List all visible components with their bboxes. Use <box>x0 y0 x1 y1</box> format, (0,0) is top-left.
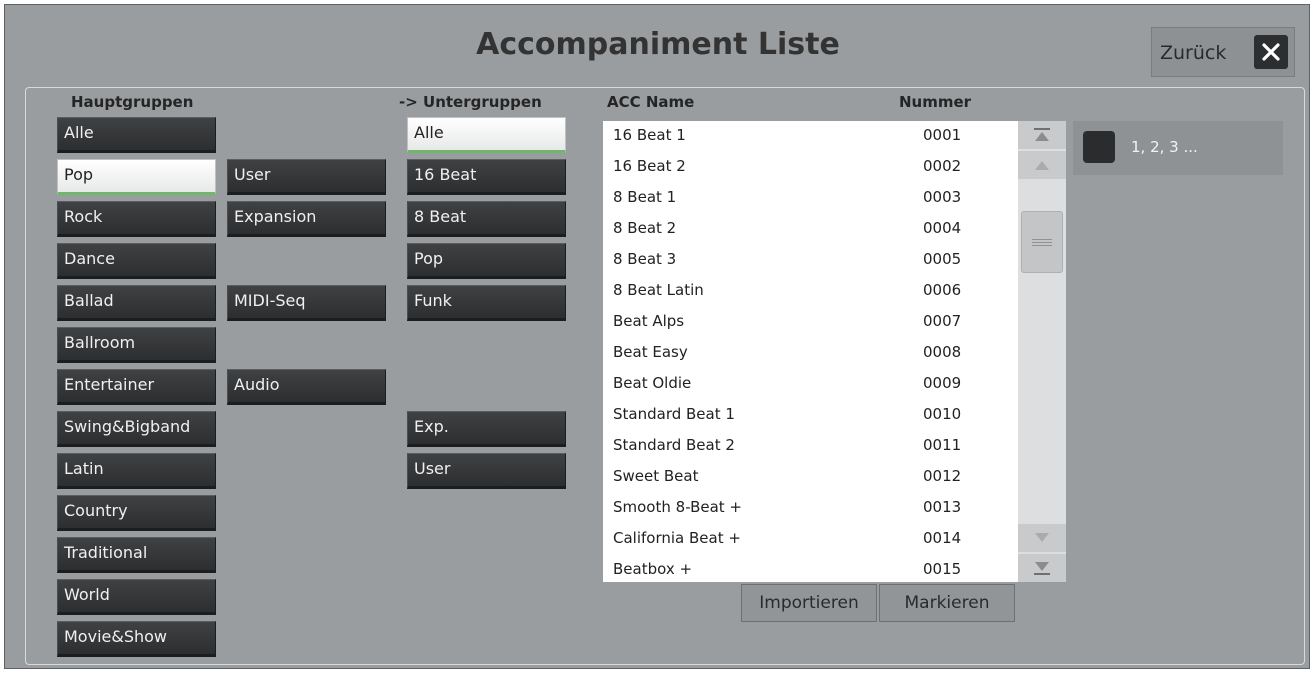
list-item[interactable]: Standard Beat 1 0010 <box>603 400 1018 431</box>
source-button-audio[interactable]: Audio <box>227 369 386 405</box>
nummer-header: Nummer <box>899 93 972 111</box>
acc-number: 0008 <box>923 343 962 361</box>
list-item[interactable]: California Beat + 0014 <box>603 524 1018 555</box>
list-scrollbar[interactable] <box>1018 121 1066 582</box>
list-item[interactable]: Beat Easy 0008 <box>603 338 1018 369</box>
list-item[interactable]: 8 Beat 2 0004 <box>603 214 1018 245</box>
acc-name: 8 Beat 1 <box>613 188 677 206</box>
acc-name: Beatbox + <box>613 560 693 578</box>
acc-name: Standard Beat 1 <box>613 405 735 423</box>
list-item[interactable]: Sweet Beat 0012 <box>603 462 1018 493</box>
hauptgruppe-button[interactable]: World <box>57 579 216 615</box>
list-item[interactable]: Standard Beat 2 0011 <box>603 431 1018 462</box>
acc-number: 0012 <box>923 467 962 485</box>
acc-number: 0013 <box>923 498 962 516</box>
list-item[interactable]: Beatbox + 0015 <box>603 555 1018 582</box>
hauptgruppe-button[interactable]: Rock <box>57 201 216 237</box>
back-button-label: Zurück <box>1160 42 1227 64</box>
import-button[interactable]: Importieren <box>741 584 877 622</box>
scroll-top-button[interactable] <box>1018 121 1066 149</box>
acc-list[interactable]: 16 Beat 1 0001 16 Beat 2 0002 8 Beat 1 0003… <box>603 121 1018 582</box>
numbering-toggle-label: 1, 2, 3 ... <box>1131 138 1198 156</box>
hauptgruppen-header: Hauptgruppen <box>71 93 194 111</box>
untergruppen-header: -> Untergruppen <box>399 93 542 111</box>
list-item[interactable]: 8 Beat 3 0005 <box>603 245 1018 276</box>
acc-name: Sweet Beat <box>613 467 699 485</box>
hauptgruppe-button[interactable]: Ballad <box>57 285 216 321</box>
acc-number: 0010 <box>923 405 962 423</box>
acc-name: 8 Beat Latin <box>613 281 704 299</box>
acc-name-header: ACC Name <box>607 93 695 111</box>
untergruppe-button[interactable]: User <box>407 453 566 489</box>
acc-number: 0011 <box>923 436 962 454</box>
untergruppe-button[interactable]: Funk <box>407 285 566 321</box>
scroll-bottom-icon <box>1034 562 1050 575</box>
acc-number: 0014 <box>923 529 962 547</box>
page-title: Accompaniment Liste <box>476 27 840 62</box>
hauptgruppe-button[interactable]: Traditional <box>57 537 216 573</box>
scroll-up-button[interactable] <box>1018 151 1066 179</box>
acc-number: 0005 <box>923 250 962 268</box>
list-item[interactable]: Smooth 8-Beat + 0013 <box>603 493 1018 524</box>
scroll-down-icon <box>1035 533 1049 542</box>
acc-name: 8 Beat 2 <box>613 219 677 237</box>
list-item[interactable]: 8 Beat 1 0003 <box>603 183 1018 214</box>
acc-number: 0015 <box>923 560 962 578</box>
source-button-expansion[interactable]: Expansion <box>227 201 386 237</box>
hauptgruppe-button[interactable]: Entertainer <box>57 369 216 405</box>
source-button-midi-seq[interactable]: MIDI-Seq <box>227 285 386 321</box>
hauptgruppe-button[interactable]: Dance <box>57 243 216 279</box>
acc-number: 0006 <box>923 281 962 299</box>
acc-number: 0009 <box>923 374 962 392</box>
hauptgruppe-button[interactable]: Swing&Bigband <box>57 411 216 447</box>
scroll-bottom-button[interactable] <box>1018 554 1066 582</box>
acc-name: Standard Beat 2 <box>613 436 735 454</box>
hauptgruppe-button-selected[interactable]: Pop <box>57 159 216 195</box>
acc-number: 0003 <box>923 188 962 206</box>
hauptgruppe-button[interactable]: Movie&Show <box>57 621 216 657</box>
acc-name: Smooth 8-Beat + <box>613 498 742 516</box>
hauptgruppe-button[interactable]: Latin <box>57 453 216 489</box>
acc-number: 0001 <box>923 126 962 144</box>
mark-button[interactable]: Markieren <box>879 584 1015 622</box>
scroll-down-button[interactable] <box>1018 524 1066 552</box>
untergruppe-button-selected[interactable]: Alle <box>407 117 566 153</box>
hauptgruppe-button[interactable]: Alle <box>57 117 216 153</box>
acc-number: 0007 <box>923 312 962 330</box>
scroll-up-icon <box>1035 161 1049 170</box>
accompaniment-list-window: Accompaniment Liste Zurück Hauptgruppen … <box>4 4 1310 669</box>
source-button-user[interactable]: User <box>227 159 386 195</box>
list-item[interactable]: Beat Oldie 0009 <box>603 369 1018 400</box>
scroll-top-icon <box>1034 128 1050 141</box>
acc-name: 16 Beat 2 <box>613 157 686 175</box>
untergruppe-button[interactable]: Pop <box>407 243 566 279</box>
back-button[interactable]: Zurück <box>1151 27 1295 77</box>
close-icon <box>1254 35 1288 69</box>
acc-name: 8 Beat 3 <box>613 250 677 268</box>
acc-name: Beat Easy <box>613 343 688 361</box>
acc-number: 0002 <box>923 157 962 175</box>
hauptgruppe-button[interactable]: Country <box>57 495 216 531</box>
list-item[interactable]: 8 Beat Latin 0006 <box>603 276 1018 307</box>
untergruppe-button[interactable]: 16 Beat <box>407 159 566 195</box>
untergruppe-button[interactable]: Exp. <box>407 411 566 447</box>
list-item[interactable]: 16 Beat 1 0001 <box>603 121 1018 152</box>
acc-number: 0004 <box>923 219 962 237</box>
acc-name: Beat Alps <box>613 312 685 330</box>
numbering-toggle[interactable]: 1, 2, 3 ... <box>1073 121 1283 175</box>
hauptgruppe-button[interactable]: Ballroom <box>57 327 216 363</box>
acc-name: California Beat + <box>613 529 741 547</box>
list-item[interactable]: 16 Beat 2 0002 <box>603 152 1018 183</box>
acc-name: 16 Beat 1 <box>613 126 686 144</box>
untergruppe-button[interactable]: 8 Beat <box>407 201 566 237</box>
acc-name: Beat Oldie <box>613 374 692 392</box>
scroll-thumb[interactable] <box>1021 211 1063 273</box>
checkbox-icon <box>1083 131 1115 163</box>
list-item[interactable]: Beat Alps 0007 <box>603 307 1018 338</box>
